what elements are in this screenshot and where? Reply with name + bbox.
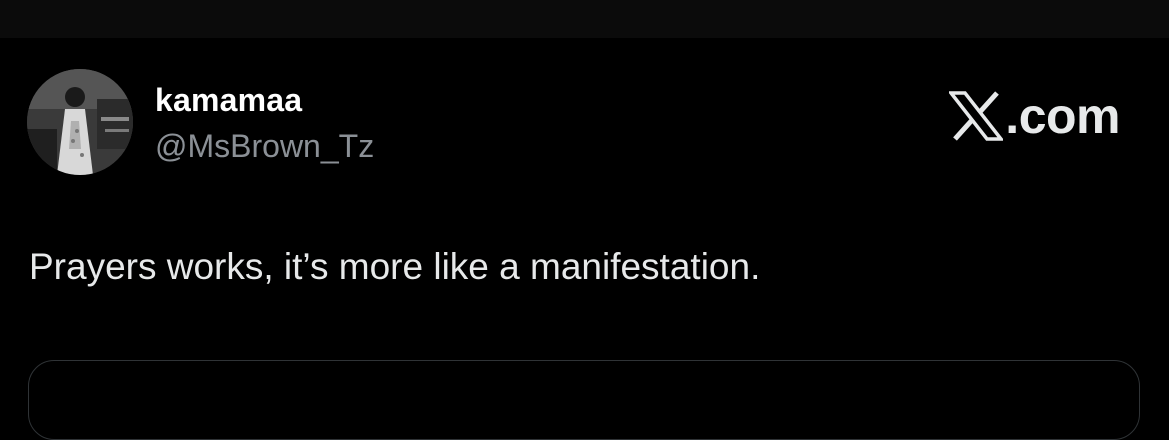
brand-domain-suffix: .com <box>1005 88 1120 144</box>
post-card: kamamaa @MsBrown_Tz .com Prayers works, … <box>0 38 1169 440</box>
x-logo-icon <box>949 91 1004 141</box>
profile-photo-avatar <box>27 69 133 175</box>
avatar[interactable] <box>27 69 133 175</box>
embedded-card-preview[interactable] <box>28 360 1140 440</box>
display-name[interactable]: kamamaa <box>155 82 302 119</box>
brand-watermark: .com <box>949 88 1120 144</box>
post-text: Prayers works, it’s more like a manifest… <box>29 246 761 287</box>
user-handle[interactable]: @MsBrown_Tz <box>155 128 374 165</box>
top-bar <box>0 0 1169 38</box>
